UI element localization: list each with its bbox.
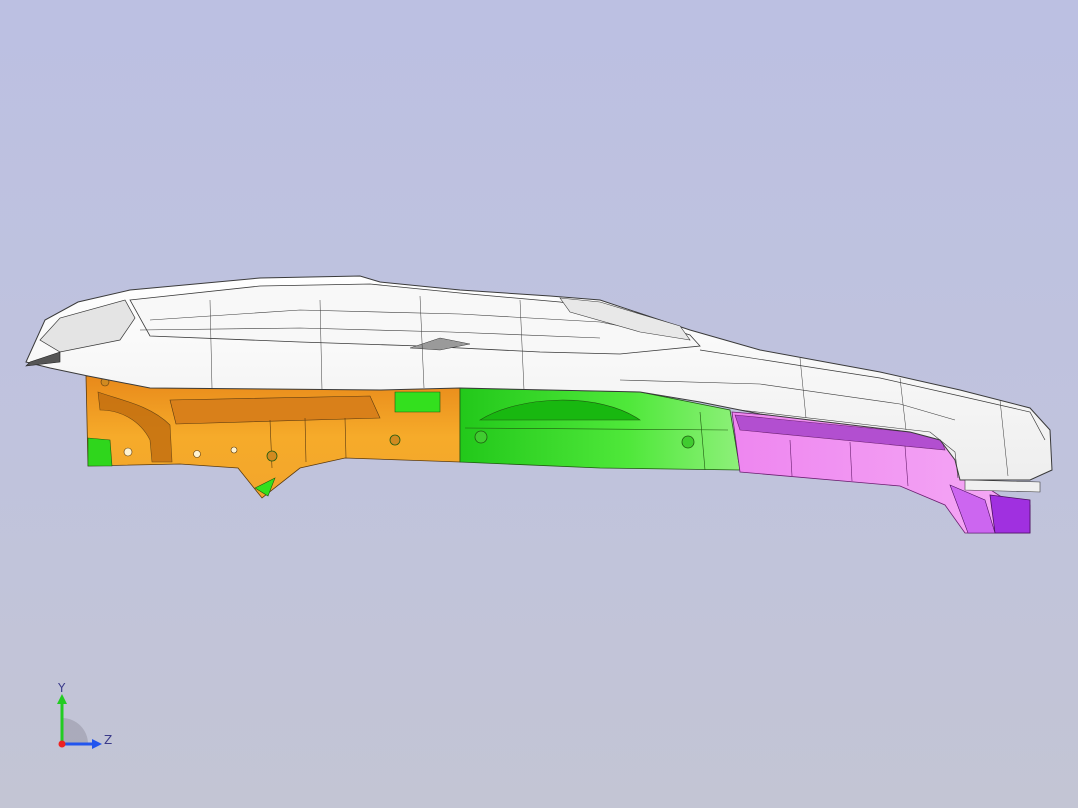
triad-plane <box>62 718 88 744</box>
y-axis-arrow <box>57 694 67 704</box>
axis-triad: Y Z <box>57 681 112 749</box>
rear-rail-section[interactable] <box>85 375 461 499</box>
3d-viewport[interactable]: Y Z <box>0 0 1078 808</box>
z-axis-label: Z <box>104 733 112 747</box>
cad-model[interactable] <box>0 0 1078 808</box>
y-axis-label: Y <box>57 681 66 695</box>
z-axis-arrow <box>92 739 102 749</box>
x-axis-point <box>58 740 66 748</box>
